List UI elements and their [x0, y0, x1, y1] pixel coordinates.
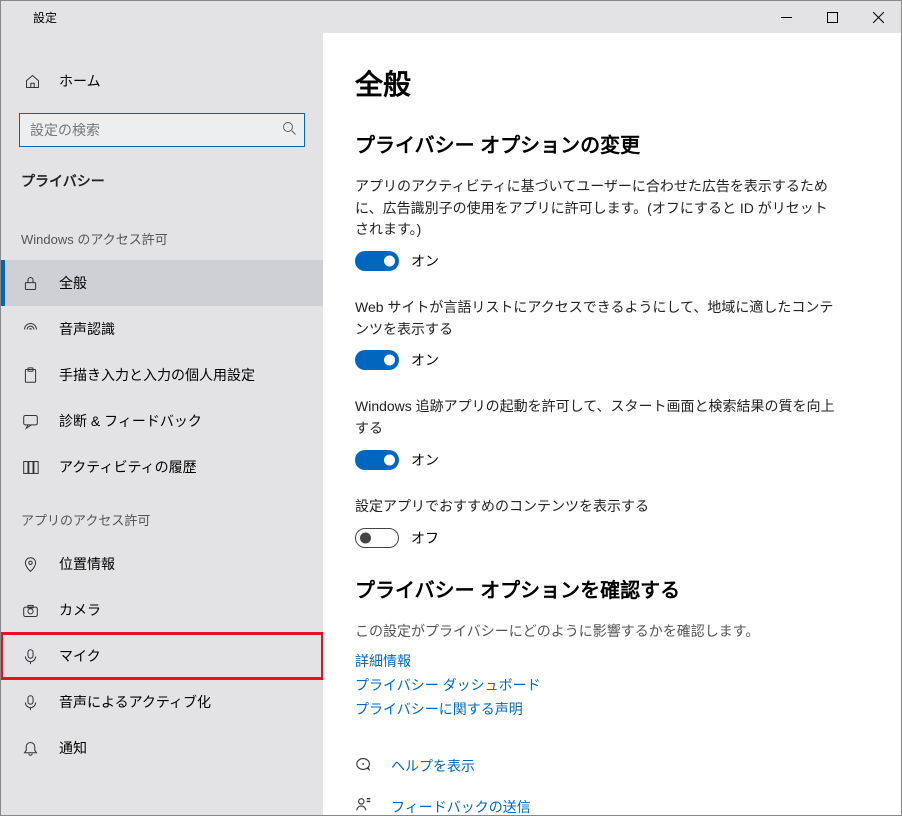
option-description: 設定アプリでおすすめのコンテンツを表示する [355, 496, 835, 518]
sidebar-item-microphone[interactable]: マイク [1, 633, 323, 679]
titlebar: 設定 [1, 1, 901, 33]
section-title-review-privacy: プライバシー オプションを確認する [355, 574, 861, 603]
feedback-icon [355, 796, 373, 816]
search-icon [282, 121, 297, 141]
location-icon [21, 556, 39, 573]
sidebar-item-general[interactable]: 全般 [1, 260, 323, 306]
bell-icon [21, 740, 39, 757]
toggle-state: オン [411, 450, 439, 470]
page-title: 全般 [355, 63, 861, 103]
toggle-state: オン [411, 350, 439, 370]
sidebar-item-label: マイク [59, 646, 101, 666]
sidebar-item-speech[interactable]: 音声認識 [1, 306, 323, 352]
camera-icon [21, 602, 39, 619]
sidebar-item-voice-activation[interactable]: 音声によるアクティブ化 [1, 679, 323, 725]
link-privacy-dashboard[interactable]: プライバシー ダッシュボード [355, 675, 861, 695]
option-description: Web サイトが言語リストにアクセスできるようにして、地域に適したコンテンツを表… [355, 297, 835, 340]
sidebar-item-label: 位置情報 [59, 554, 115, 574]
sidebar-item-label: アクティビティの履歴 [59, 457, 197, 477]
sidebar-home-label: ホーム [59, 71, 101, 91]
section-subtitle: この設定がプライバシーにどのように影響するかを確認します。 [355, 621, 861, 641]
history-icon [21, 459, 39, 476]
sidebar-item-notifications[interactable]: 通知 [1, 725, 323, 771]
sidebar-item-label: 全般 [59, 273, 87, 293]
option-description: Windows 追跡アプリの起動を許可して、スタート画面と検索結果の質を向上する [355, 396, 835, 439]
sidebar-item-inking[interactable]: 手描き入力と入力の個人用設定 [1, 352, 323, 398]
clipboard-icon [21, 367, 39, 384]
minimize-button[interactable] [763, 1, 809, 33]
sidebar-item-label: 通知 [59, 738, 87, 758]
sidebar-item-camera[interactable]: カメラ [1, 587, 323, 633]
close-button[interactable] [855, 1, 901, 33]
link-privacy-statement[interactable]: プライバシーに関する声明 [355, 699, 861, 719]
sidebar-item-label: 手描き入力と入力の個人用設定 [59, 365, 255, 385]
section-title-privacy-options: プライバシー オプションの変更 [355, 129, 861, 158]
sidebar-item-location[interactable]: 位置情報 [1, 541, 323, 587]
toggle-state: オフ [411, 528, 439, 548]
sidebar-category: プライバシー [1, 161, 323, 209]
toggle-app-launch-tracking[interactable] [355, 450, 399, 470]
content: 全般 プライバシー オプションの変更 アプリのアクティビティに基づいてユーザーに… [323, 33, 901, 815]
sidebar-item-label: カメラ [59, 600, 101, 620]
sidebar-section-windows: Windows のアクセス許可 [1, 209, 323, 260]
help-icon [355, 755, 373, 778]
search-input[interactable] [19, 113, 305, 147]
link-give-feedback[interactable]: フィードバックの送信 [391, 797, 531, 815]
toggle-suggested-content[interactable] [355, 528, 399, 548]
sidebar: ホーム プライバシー Windows のアクセス許可 全般 音声認識 手描き入力… [1, 33, 323, 815]
microphone-icon [21, 648, 39, 665]
link-learn-more[interactable]: 詳細情報 [355, 651, 861, 671]
speech-icon [21, 321, 39, 338]
window-title: 設定 [33, 9, 57, 26]
toggle-language-list[interactable] [355, 350, 399, 370]
maximize-button[interactable] [809, 1, 855, 33]
link-get-help[interactable]: ヘルプを表示 [391, 756, 475, 776]
sidebar-item-label: 音声認識 [59, 319, 115, 339]
voice-icon [21, 694, 39, 711]
home-icon [23, 73, 41, 90]
sidebar-home[interactable]: ホーム [1, 57, 323, 105]
lock-icon [21, 275, 39, 292]
sidebar-section-apps: アプリのアクセス許可 [1, 490, 323, 541]
option-description: アプリのアクティビティに基づいてユーザーに合わせた広告を表示するために、広告識別… [355, 176, 835, 241]
sidebar-item-label: 診断 & フィードバック [59, 411, 202, 431]
feedback-icon [21, 413, 39, 430]
sidebar-item-activity[interactable]: アクティビティの履歴 [1, 444, 323, 490]
toggle-state: オン [411, 251, 439, 271]
sidebar-item-label: 音声によるアクティブ化 [59, 692, 211, 712]
toggle-advertising-id[interactable] [355, 251, 399, 271]
sidebar-item-diagnostics[interactable]: 診断 & フィードバック [1, 398, 323, 444]
